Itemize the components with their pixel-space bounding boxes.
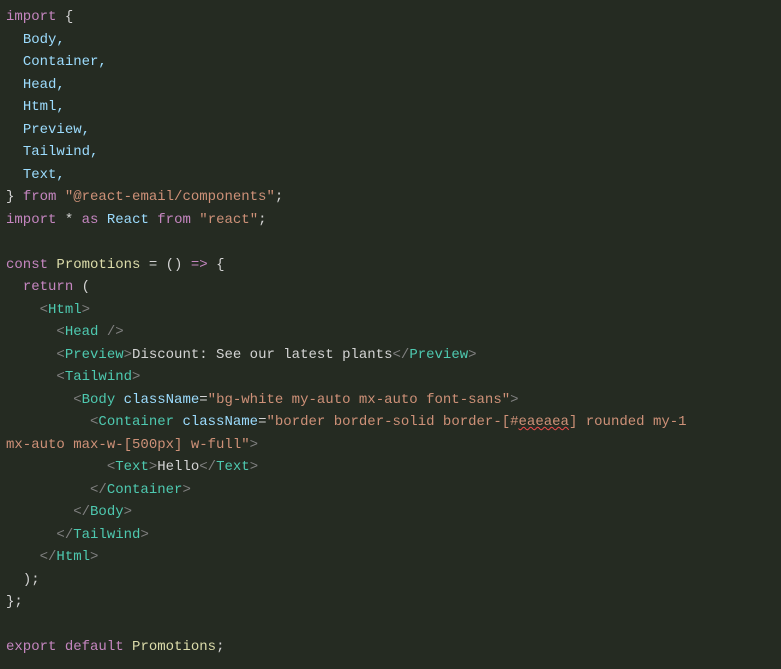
tag-text: Text: [115, 459, 149, 475]
container-class-wrap: mx-auto max-w-[500px] w-full": [6, 437, 250, 453]
react-ident: React: [107, 212, 149, 228]
tag-container: Container: [98, 414, 174, 430]
keyword-default: default: [65, 639, 124, 655]
import-item: Text,: [23, 167, 65, 183]
tag-html: Html: [48, 302, 82, 318]
text-content: Hello: [157, 459, 199, 475]
semicolon: ;: [275, 189, 283, 205]
keyword-const: const: [6, 257, 48, 273]
arrow-params: (): [166, 257, 183, 273]
keyword-as: as: [82, 212, 99, 228]
tag-body: Body: [82, 392, 116, 408]
import-item: Head,: [23, 77, 65, 93]
star: *: [65, 212, 73, 228]
semicolon: ;: [258, 212, 266, 228]
keyword-return: return: [23, 279, 73, 295]
tag-preview: Preview: [65, 347, 124, 363]
import-item: Preview,: [23, 122, 90, 138]
attr-classname: className: [124, 392, 200, 408]
keyword-import: import: [6, 212, 56, 228]
brace-open: {: [56, 9, 73, 25]
code-block[interactable]: import { Body, Container, Head, Html, Pr…: [0, 0, 781, 659]
import-item: Container,: [23, 54, 107, 70]
component-name-export: Promotions: [132, 639, 216, 655]
preview-text: Discount: See our latest plants: [132, 347, 392, 363]
tag-head: Head: [65, 324, 99, 340]
import-item: Tailwind,: [23, 144, 99, 160]
jsx-open: <: [56, 324, 64, 340]
module-string: "@react-email/components": [65, 189, 275, 205]
import-item: Html,: [23, 99, 65, 115]
keyword-import: import: [6, 9, 56, 25]
import-item: Body,: [23, 32, 65, 48]
body-class-string: "bg-white my-auto mx-auto font-sans": [208, 392, 510, 408]
arrow: =>: [191, 257, 208, 273]
spell-error: eaeaea: [519, 414, 569, 430]
brace-close: }: [6, 189, 23, 205]
keyword-from: from: [157, 212, 191, 228]
jsx-open: <: [40, 302, 48, 318]
module-string: "react": [199, 212, 258, 228]
keyword-from: from: [23, 189, 57, 205]
keyword-export: export: [6, 639, 56, 655]
container-class-string: "border border-solid border-[#eaeaea] ro…: [266, 414, 686, 430]
tag-tailwind: Tailwind: [65, 369, 132, 385]
component-name-decl: Promotions: [56, 257, 140, 273]
